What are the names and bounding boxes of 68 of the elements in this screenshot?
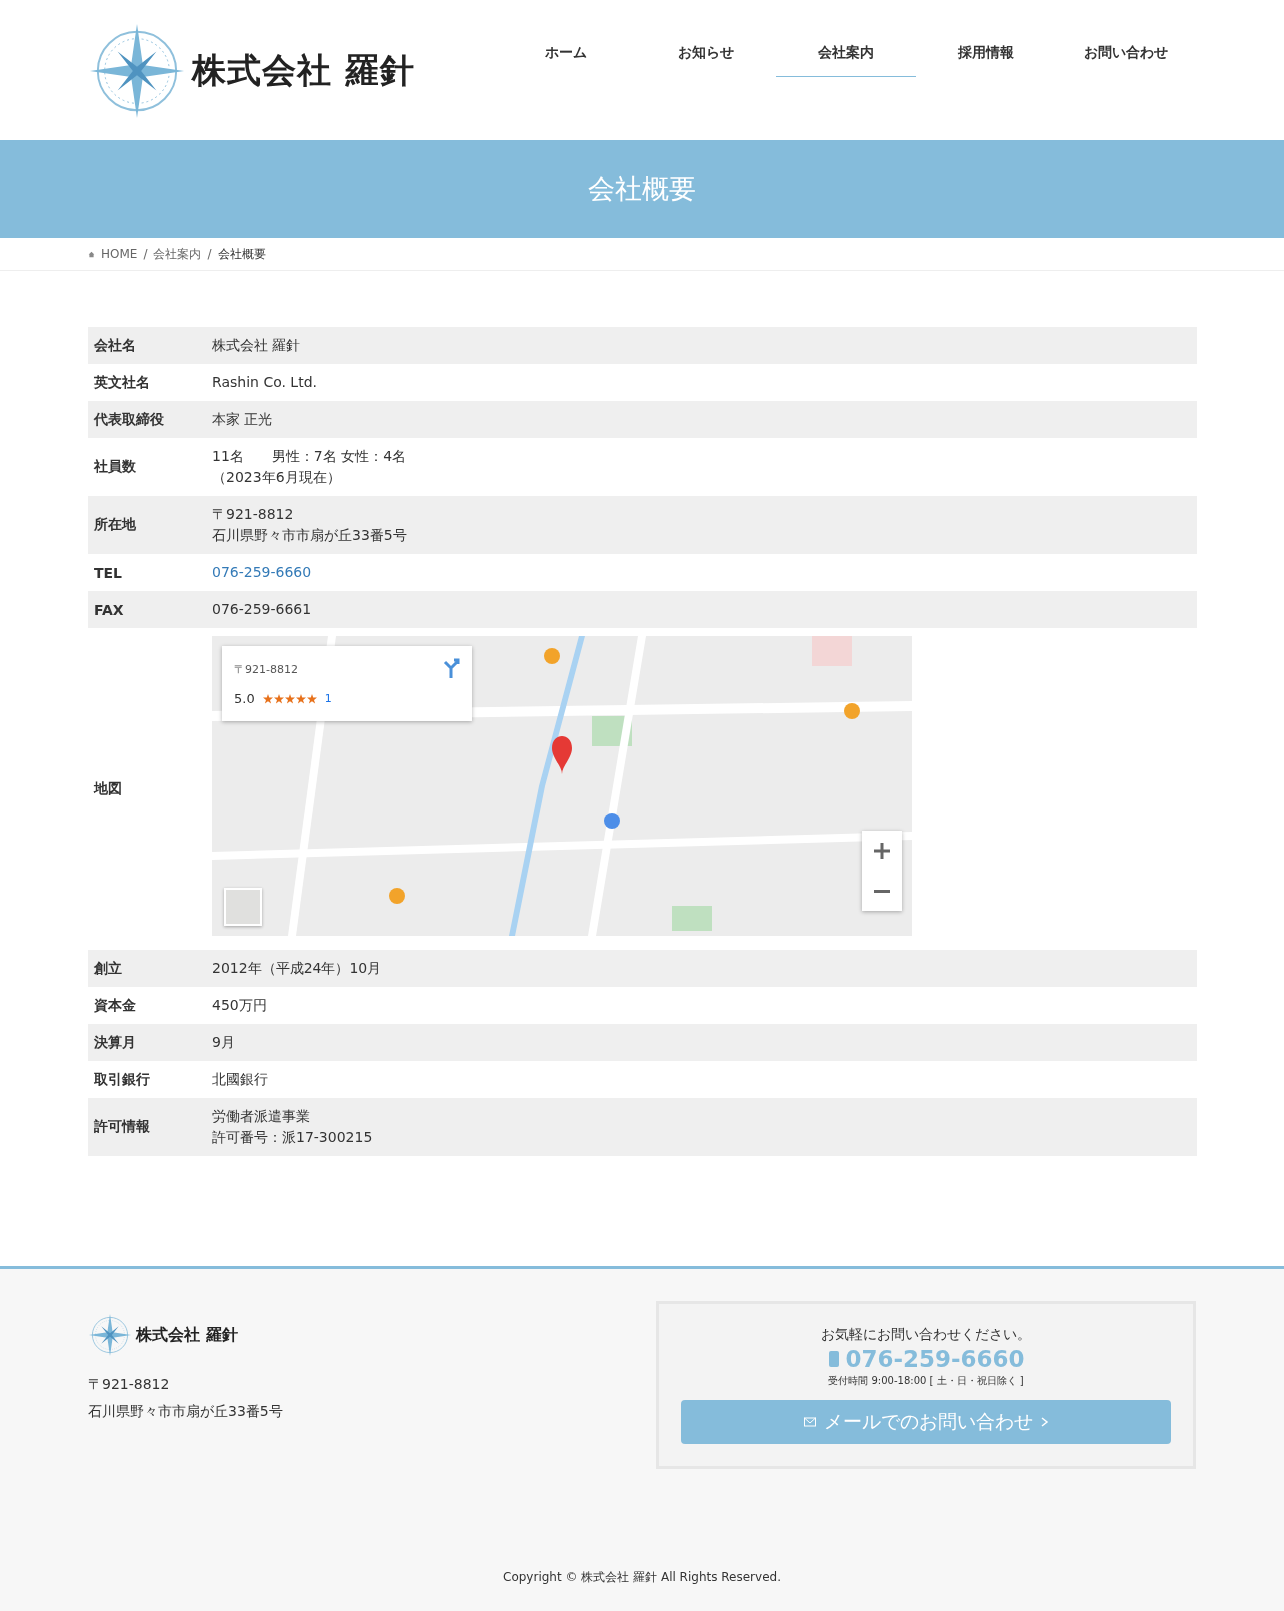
table-cell-text: （2023年6月現在） bbox=[212, 468, 342, 487]
table-header-cell: 決算月 bbox=[88, 1024, 206, 1061]
table-header-cell: 代表取締役 bbox=[88, 401, 206, 438]
table-cell-text: 450万円 bbox=[212, 996, 268, 1015]
breadcrumb-separator: / bbox=[207, 247, 212, 261]
page-title: 会社概要 bbox=[588, 172, 696, 206]
home-icon bbox=[88, 250, 95, 258]
star-icon bbox=[306, 693, 317, 704]
rating-value: 5.0 bbox=[234, 690, 255, 708]
phone-link[interactable]: 076-259-6660 bbox=[212, 564, 312, 580]
map-marker-icon[interactable] bbox=[604, 813, 620, 829]
place-address: 〒921-8812 bbox=[234, 663, 298, 676]
table-cell-text: 本家 正光 bbox=[212, 410, 274, 429]
company-logo-text: 株式会社 羅針 bbox=[136, 1324, 238, 1346]
table-header-cell: 所在地 bbox=[88, 496, 206, 554]
table-header-cell: 会社名 bbox=[88, 327, 206, 364]
nav-link[interactable]: お知らせ bbox=[636, 40, 776, 77]
nav-link[interactable]: 会社案内 bbox=[776, 40, 916, 77]
table-header-cell: 地図 bbox=[88, 628, 206, 950]
chevron-icon bbox=[1040, 1415, 1049, 1429]
table-cell-text: 〒921-8812 bbox=[212, 505, 295, 524]
directions-icon[interactable] bbox=[442, 658, 460, 678]
star-icon bbox=[262, 693, 273, 704]
table-cell-text: 11名 男性：7名 女性：4名 bbox=[212, 447, 408, 466]
table-cell-text: 労働者派遣事業 bbox=[212, 1107, 311, 1126]
table-cell-text: 北國銀行 bbox=[212, 1070, 269, 1089]
review-count-link[interactable]: 1 bbox=[324, 688, 332, 709]
table-header-cell: 資本金 bbox=[88, 987, 206, 1024]
contact-lead: お気軽にお問い合わせください。 bbox=[821, 1326, 1031, 1344]
star-icon bbox=[295, 693, 306, 704]
table-header-cell: 英文社名 bbox=[88, 364, 206, 401]
table-header-cell: 取引銀行 bbox=[88, 1061, 206, 1098]
breadcrumb-item[interactable]: 会社案内 bbox=[153, 245, 202, 263]
table-header-cell: FAX bbox=[88, 591, 206, 628]
table-header-cell: TEL bbox=[88, 554, 206, 591]
map-marker-icon[interactable] bbox=[844, 703, 860, 719]
nav-link[interactable]: ホーム bbox=[496, 40, 636, 77]
breadcrumb-item[interactable]: HOME bbox=[101, 247, 138, 261]
table-cell-text: Rashin Co. Ltd. bbox=[212, 373, 318, 392]
company-logo-text: 株式会社 羅針 bbox=[192, 49, 415, 92]
nav-link[interactable]: お問い合わせ bbox=[1056, 40, 1196, 77]
phone-icon bbox=[827, 1350, 842, 1368]
envelope-icon bbox=[803, 1415, 816, 1429]
table-header-cell: 創立 bbox=[88, 950, 206, 987]
table-cell-text: 076-259-6661 bbox=[212, 600, 313, 619]
star-icon bbox=[273, 693, 284, 704]
address-line: 〒921-8812 bbox=[88, 1375, 171, 1394]
zoom-out-button[interactable] bbox=[862, 871, 902, 911]
address-line: 石川県野々市市扇が丘33番5号 bbox=[88, 1402, 283, 1421]
table-cell-text: 2012年（平成24年）10月 bbox=[212, 959, 383, 978]
map-marker-icon[interactable] bbox=[389, 888, 405, 904]
table-cell-text: 許可番号：派17-300215 bbox=[212, 1128, 374, 1147]
breadcrumb-separator: / bbox=[143, 247, 148, 261]
map-pin-icon[interactable] bbox=[552, 736, 572, 774]
table-cell-text: 石川県野々市市扇が丘33番5号 bbox=[212, 526, 408, 545]
star-icon bbox=[284, 693, 295, 704]
nav-link[interactable]: 採用情報 bbox=[916, 40, 1056, 77]
breadcrumb-item: 会社概要 bbox=[217, 245, 266, 263]
table-header-cell: 許可情報 bbox=[88, 1098, 206, 1156]
table-cell-text: 9月 bbox=[212, 1033, 236, 1052]
map-marker-icon[interactable] bbox=[544, 648, 560, 664]
zoom-in-button[interactable] bbox=[862, 831, 902, 871]
minus-icon bbox=[874, 889, 890, 893]
business-hours: 受付時間 9:00-18:00 [ 土・日・祝日除く ] bbox=[828, 1374, 1024, 1388]
table-header-cell: 社員数 bbox=[88, 438, 206, 496]
copyright: Copyright © 株式会社 羅針 All Rights Reserved. bbox=[502, 1569, 782, 1586]
plus-icon bbox=[873, 842, 891, 860]
table-cell-text: 株式会社 羅針 bbox=[212, 336, 302, 355]
